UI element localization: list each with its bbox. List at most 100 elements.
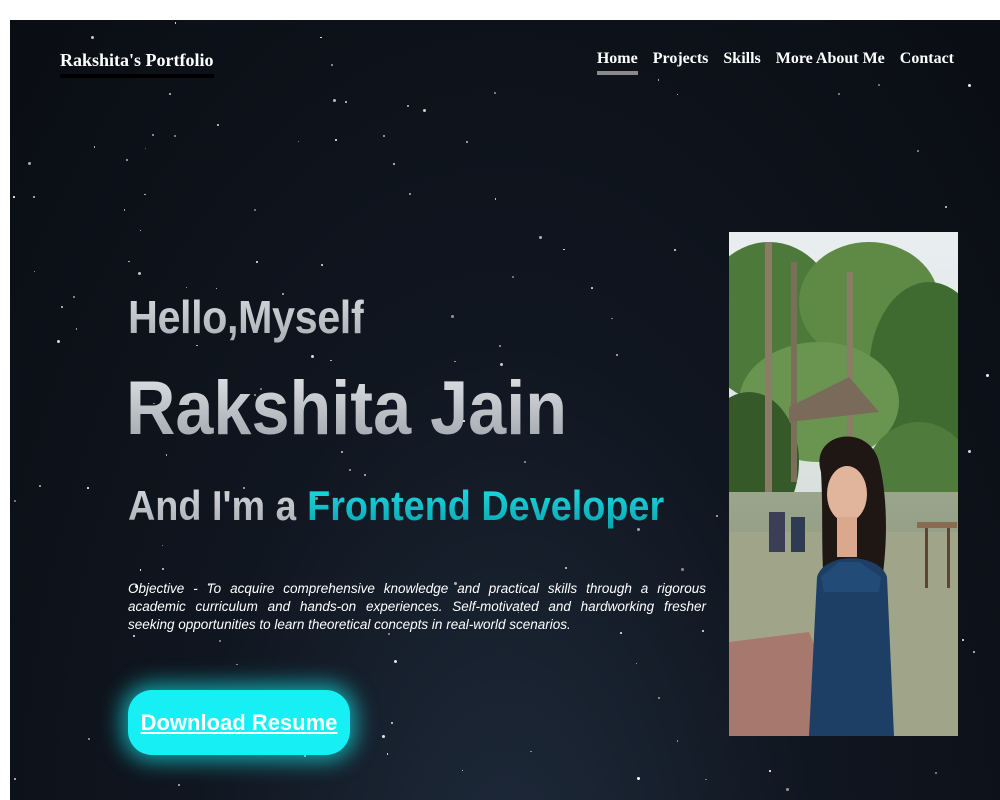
star-dot	[637, 777, 641, 781]
star-dot	[162, 568, 165, 570]
star-dot	[499, 345, 501, 347]
star-dot	[538, 236, 542, 240]
star-dot	[144, 193, 146, 195]
star-dot	[138, 272, 141, 276]
star-dot	[944, 206, 947, 208]
star-dot	[335, 139, 337, 141]
star-dot	[407, 104, 410, 107]
star-dot	[916, 150, 919, 152]
star-dot	[393, 162, 396, 165]
star-dot	[967, 84, 971, 88]
star-dot	[144, 147, 147, 150]
star-dot	[611, 317, 613, 320]
star-dot	[785, 788, 789, 792]
star-dot	[454, 360, 456, 362]
star-dot	[386, 753, 389, 755]
star-dot	[297, 140, 299, 143]
star-dot	[321, 263, 323, 266]
nav-more-about-me[interactable]: More About Me	[776, 50, 885, 75]
star-dot	[73, 295, 76, 298]
star-dot	[676, 740, 679, 742]
star-dot	[13, 196, 15, 198]
star-dot	[161, 544, 164, 547]
nav-home[interactable]: Home	[596, 50, 638, 75]
download-resume-button[interactable]: Download Resume	[128, 690, 350, 755]
brand-logo[interactable]: Rakshita's Portfolio	[60, 50, 214, 78]
objective-text: Objective - To acquire comprehensive kno…	[128, 581, 706, 632]
star-dot	[616, 354, 618, 357]
star-dot	[530, 750, 532, 753]
main-nav: Home Projects Skills More About Me Conta…	[596, 50, 954, 75]
hero-name: Rakshita Jain	[126, 366, 567, 451]
star-dot	[382, 734, 386, 738]
star-dot	[254, 208, 257, 211]
star-dot	[591, 287, 593, 289]
star-dot	[165, 454, 168, 456]
star-dot	[174, 22, 177, 24]
star-dot	[196, 344, 198, 347]
star-dot	[330, 359, 332, 362]
star-dot	[255, 261, 258, 264]
star-dot	[87, 487, 89, 489]
star-dot	[877, 84, 880, 87]
profile-photo	[729, 232, 958, 736]
nav-skills[interactable]: Skills	[723, 50, 760, 75]
star-dot	[985, 373, 989, 377]
star-dot	[408, 193, 411, 195]
star-dot	[465, 141, 468, 144]
star-dot	[310, 355, 314, 359]
star-dot	[769, 770, 771, 772]
star-dot	[75, 328, 78, 330]
star-dot	[56, 339, 60, 343]
star-dot	[935, 771, 937, 774]
star-dot	[39, 485, 42, 488]
star-dot	[88, 737, 91, 740]
star-dot	[394, 660, 398, 664]
star-dot	[217, 123, 220, 126]
star-dot	[151, 134, 154, 136]
star-dot	[219, 639, 222, 642]
star-dot	[450, 314, 454, 318]
star-dot	[681, 568, 685, 572]
star-dot	[422, 109, 426, 113]
star-dot	[123, 209, 126, 211]
role-highlight: Frontend Developer	[307, 482, 665, 529]
star-dot	[348, 469, 351, 472]
star-dot	[139, 569, 142, 571]
star-dot	[512, 276, 515, 279]
star-dot	[169, 93, 172, 96]
nav-contact[interactable]: Contact	[900, 50, 954, 75]
star-dot	[61, 306, 63, 308]
star-dot	[494, 198, 497, 200]
star-dot	[139, 229, 142, 231]
nav-projects[interactable]: Projects	[653, 50, 709, 75]
role-heading: And I'm a Frontend Developer	[128, 482, 664, 530]
star-dot	[236, 663, 238, 666]
star-dot	[972, 651, 975, 654]
star-dot	[320, 36, 322, 39]
star-dot	[563, 248, 565, 251]
star-dot	[185, 286, 188, 289]
star-dot	[461, 769, 463, 771]
star-dot	[382, 135, 385, 138]
star-dot	[344, 101, 347, 104]
star-dot	[173, 135, 176, 138]
star-dot	[33, 270, 36, 273]
star-dot	[125, 158, 128, 161]
greeting-text: Hello,Myself	[128, 291, 365, 343]
star-dot	[133, 634, 136, 637]
star-dot	[565, 567, 568, 570]
star-dot	[33, 195, 35, 198]
star-dot	[673, 249, 676, 252]
star-dot	[838, 92, 841, 95]
star-dot	[304, 755, 307, 758]
star-dot	[961, 639, 964, 641]
star-dot	[494, 92, 496, 94]
star-dot	[27, 161, 31, 165]
star-dot	[657, 79, 660, 81]
star-dot	[330, 64, 333, 66]
star-dot	[524, 461, 527, 464]
star-dot	[705, 778, 707, 781]
star-dot	[364, 474, 367, 476]
star-dot	[676, 93, 678, 96]
